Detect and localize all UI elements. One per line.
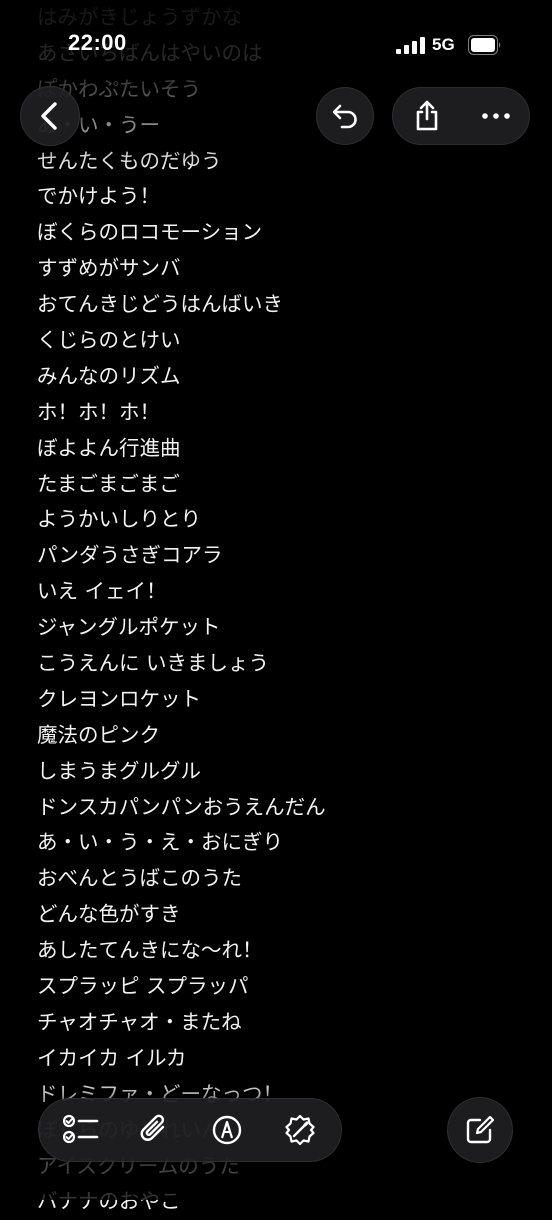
note-line: 魔法のピンク <box>37 722 160 747</box>
note-line: せんたくものだゆう <box>37 148 222 173</box>
writing-tools-button[interactable] <box>272 1102 328 1158</box>
note-line: おべんとうばこのうた <box>37 866 242 891</box>
undo-button[interactable] <box>316 87 374 145</box>
note-line: みんなのリズム <box>37 363 181 388</box>
note-line: おてんきじどうはんばいき <box>37 292 283 317</box>
markup-pen-icon <box>212 1115 241 1145</box>
checklist-icon <box>62 1114 98 1144</box>
note-line: ホ！ホ！ホ！ <box>37 399 160 424</box>
status-bar: 22:00 5G <box>0 0 552 92</box>
attachment-button[interactable] <box>126 1102 182 1158</box>
note-line: バナナのおやこ <box>37 1189 181 1214</box>
share-icon <box>416 100 437 131</box>
battery-icon <box>468 35 501 55</box>
note-line: でかけよう！ <box>37 184 160 209</box>
back-chevron-icon <box>41 102 57 130</box>
writing-tools-icon <box>284 1114 315 1146</box>
share-more-toolbar <box>392 87 530 145</box>
note-line: くじらのとけい <box>37 328 181 353</box>
note-line: イカイカ イルカ <box>37 1045 187 1070</box>
note-line: ドンスカパンパンおうえんだん <box>37 794 326 819</box>
note-line: ようかいしりとり <box>37 507 201 532</box>
status-time: 22:00 <box>68 30 127 55</box>
compose-icon <box>466 1115 495 1144</box>
bottom-toolbar <box>38 1098 342 1162</box>
note-line: ジャングルポケット <box>37 615 221 640</box>
note-line: ぼくらのロコモーション <box>37 220 263 245</box>
back-button[interactable] <box>20 86 80 146</box>
more-button[interactable] <box>468 88 524 144</box>
note-line: チャオチャオ・またね <box>37 1009 242 1034</box>
markup-button[interactable] <box>199 1102 255 1158</box>
note-line: あしたてんきにな〜れ！ <box>37 938 263 963</box>
checklist-button[interactable] <box>53 1102 109 1158</box>
note-line: パンダうさぎコアラ <box>37 543 223 568</box>
note-line: あ・い・う・え・おにぎり <box>37 830 283 855</box>
signal-bars-icon <box>396 37 425 54</box>
note-line: すずめがサンバ <box>37 256 181 281</box>
undo-icon <box>332 104 357 129</box>
note-line: ぼよよん行進曲 <box>37 435 181 460</box>
note-line: どんな色がすき <box>37 902 181 927</box>
note-line: いえ イェイ！ <box>37 579 167 604</box>
more-icon <box>481 113 510 119</box>
share-button[interactable] <box>399 88 455 144</box>
note-line: スプラッピ スプラッパ <box>37 974 249 999</box>
note-line: たまごまごまご <box>37 471 180 496</box>
paperclip-icon <box>140 1114 164 1141</box>
network-label: 5G <box>432 35 455 54</box>
note-body[interactable]: はみがきじょうずかな あさいちばんはやいのは ぽかわぷたいそう あ・い・うー せ… <box>37 0 517 1220</box>
note-line: こうえんに いきましょう <box>37 651 270 676</box>
compose-button[interactable] <box>447 1097 513 1163</box>
note-line: クレヨンロケット <box>37 686 201 711</box>
note-line: しまうまグルグル <box>37 758 201 783</box>
